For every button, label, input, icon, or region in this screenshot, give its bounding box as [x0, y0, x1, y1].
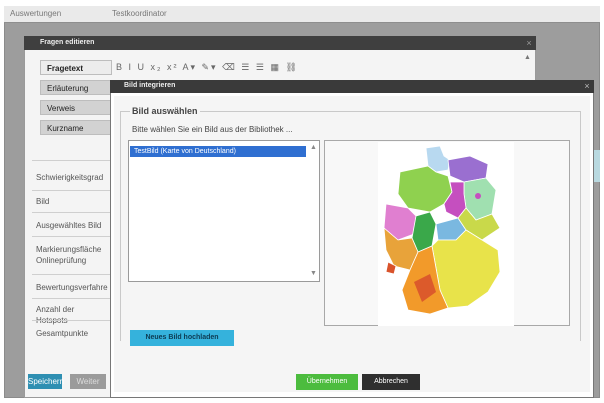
list-item[interactable]: TestBild (Karte von Deutschland)	[130, 146, 306, 157]
scroll-up-icon[interactable]: ▲	[524, 54, 532, 62]
tab-verweis[interactable]: Verweis	[40, 100, 112, 115]
divider	[32, 274, 110, 275]
close-icon[interactable]: ×	[524, 38, 534, 48]
field-label: Schwierigkeitsgrad	[36, 173, 104, 182]
breadcrumb-item[interactable]: Testkoordinator	[112, 9, 167, 18]
tab-fragetext[interactable]: Fragetext	[40, 60, 112, 75]
divider	[32, 298, 110, 299]
scroll-up-icon[interactable]: ▲	[310, 144, 317, 151]
apply-button[interactable]: Übernehmen	[296, 374, 358, 390]
scroll-down-icon[interactable]: ▼	[310, 270, 317, 277]
top-breadcrumb-bar: Auswertungen Testkoordinator	[4, 6, 600, 23]
fieldset-border	[120, 111, 121, 341]
question-editor-title: Fragen editieren	[40, 39, 95, 46]
field-label: Gesamtpunkte	[36, 329, 89, 338]
image-listbox[interactable]	[128, 140, 320, 282]
question-editor-titlebar: Fragen editieren	[24, 36, 536, 50]
divider	[32, 190, 110, 191]
divider	[32, 320, 110, 321]
image-dialog-title: Bild integrieren	[124, 82, 176, 89]
tab-kurzname[interactable]: Kurzname	[40, 120, 112, 135]
breadcrumb-item[interactable]: Auswertungen	[10, 9, 61, 18]
field-label: Ausgewähltes Bild	[36, 221, 102, 230]
divider	[32, 160, 110, 161]
rich-text-toolbar[interactable]: B I U x₂ x² A▾ ✎▾ ⌫ ☰ ☰ ▦ ⛓	[116, 62, 396, 74]
field-label: Markierungsfläche Onlineprüfung	[36, 245, 102, 265]
instruction-text: Bitte wählen Sie ein Bild aus der Biblio…	[132, 125, 293, 134]
field-label: Bewertungsverfahren	[36, 283, 108, 292]
next-button[interactable]: Weiter	[70, 374, 106, 389]
divider	[32, 236, 110, 237]
cancel-button[interactable]: Abbrechen	[362, 374, 420, 390]
fieldset-legend: Bild auswählen	[130, 106, 200, 116]
image-dialog-titlebar: Bild integrieren	[110, 80, 594, 93]
close-icon[interactable]: ×	[582, 81, 592, 92]
tab-erlaeuterung[interactable]: Erläuterung	[40, 80, 112, 95]
field-label: Anzahl der Hotspots	[36, 305, 75, 325]
germany-map-image	[378, 142, 514, 326]
fieldset-border	[580, 111, 581, 341]
germany-map-svg	[383, 145, 501, 315]
field-label: Bild	[36, 197, 50, 206]
divider	[32, 212, 110, 213]
upload-image-button[interactable]: Neues Bild hochladen	[130, 330, 234, 346]
save-button[interactable]: Speichern	[28, 374, 64, 389]
